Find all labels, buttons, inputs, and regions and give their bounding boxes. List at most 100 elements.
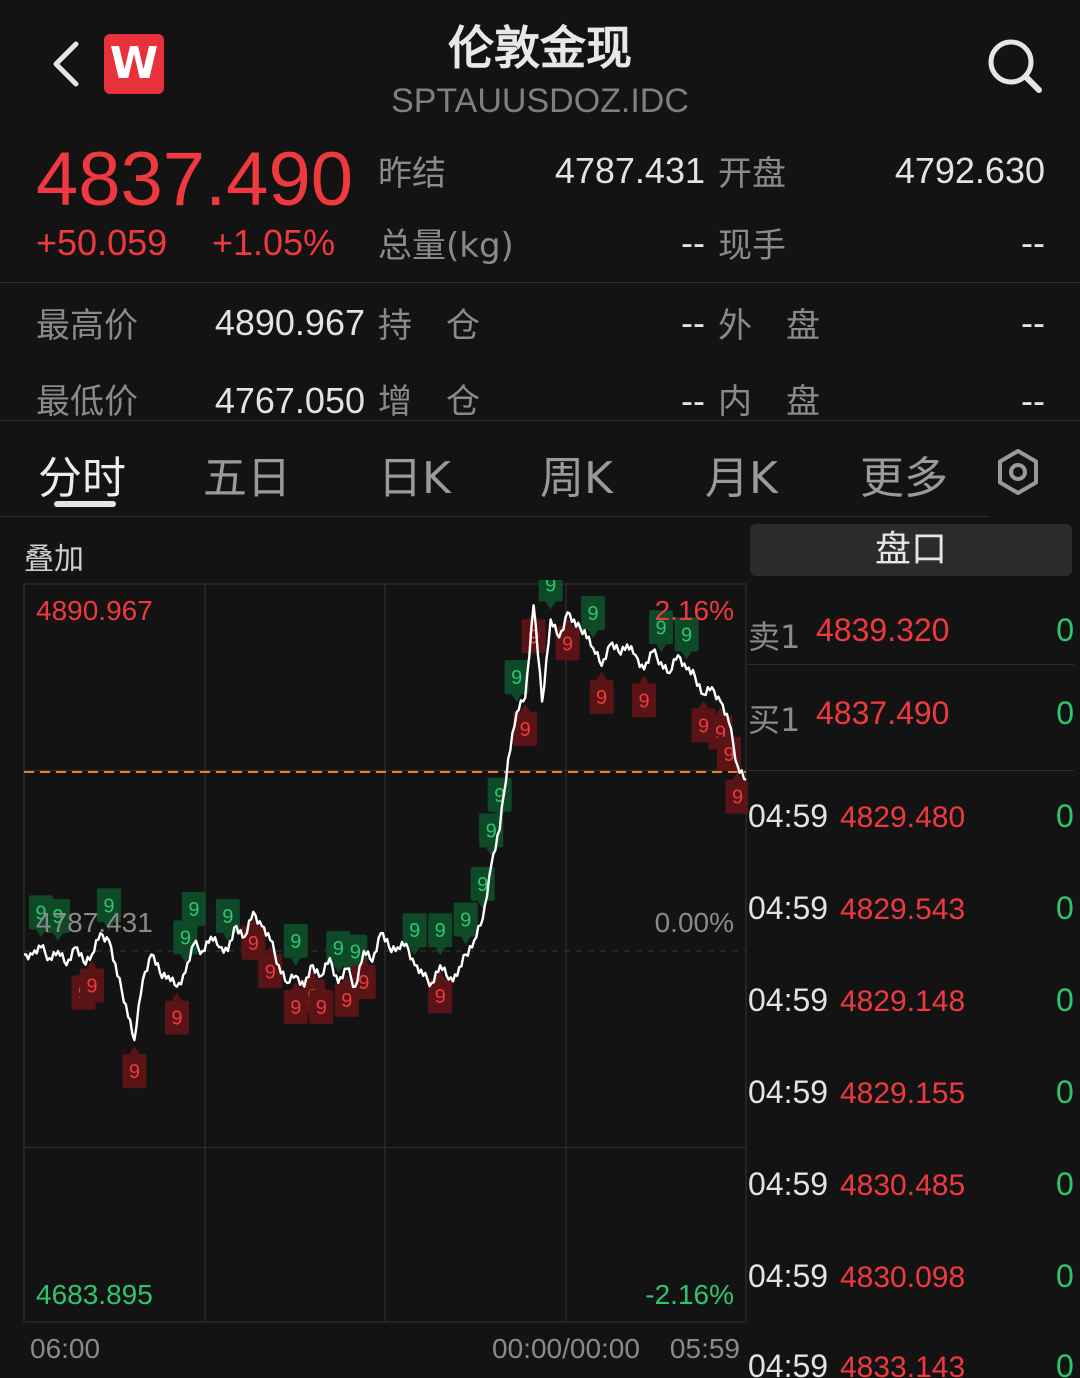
tick-price: 4833.143 [840, 1351, 966, 1378]
field-value: 4890.967 [214, 302, 365, 343]
active-tab-indicator [54, 501, 116, 507]
tick-time: 04:59 [748, 1258, 829, 1294]
buy-signal-marker: 9 [538, 580, 563, 610]
tick-qty: 0 [1056, 798, 1074, 834]
settings-icon [998, 449, 1038, 495]
svg-text:9: 9 [341, 990, 352, 1012]
search-button[interactable] [985, 36, 1045, 96]
svg-text:9: 9 [596, 687, 607, 709]
orderbook-tab[interactable]: 盘口 [750, 524, 1072, 576]
field-label: 增 仓 [378, 382, 480, 422]
tick-time: 04:59 [748, 890, 829, 926]
svg-text:9: 9 [409, 920, 420, 942]
field-value: -- [681, 380, 705, 421]
sell-price: 4839.320 [816, 612, 950, 648]
pct-high-label: 2.16% [655, 595, 734, 626]
svg-text:9: 9 [698, 715, 709, 737]
chevron-left-icon [53, 41, 79, 87]
field-label: 外 盘 [718, 306, 820, 346]
svg-text:9: 9 [358, 972, 369, 994]
tick-qty: 0 [1056, 982, 1074, 1018]
price-change: +50.059 [36, 222, 168, 263]
svg-text:9: 9 [188, 899, 199, 921]
divider [0, 516, 990, 517]
svg-text:9: 9 [129, 1061, 140, 1083]
tick-price: 4830.098 [840, 1261, 966, 1294]
sell-signal-marker: 9 [164, 992, 189, 1035]
field-label: 总量(kg) [378, 226, 514, 266]
field-label: 持 仓 [378, 306, 480, 346]
divider [748, 664, 1074, 665]
buy-signal-marker: 9 [402, 913, 427, 956]
pct-low-label: -2.16% [645, 1279, 734, 1310]
svg-text:9: 9 [520, 719, 531, 741]
chart-settings-button[interactable] [996, 448, 1040, 501]
buy-price: 4837.490 [816, 695, 950, 731]
last-price: 4837.490 [36, 137, 353, 222]
x-axis-start-label: 06:00 [30, 1333, 100, 1364]
svg-text:9: 9 [460, 910, 471, 932]
divider [0, 420, 1080, 421]
buy-signal-marker: 9 [428, 913, 453, 956]
tick-qty: 0 [1056, 1258, 1074, 1294]
tick-time: 04:59 [748, 1166, 829, 1202]
tab-more[interactable]: 更多 [860, 442, 948, 506]
x-axis-end-label: 05:59 [670, 1333, 740, 1364]
tab-weekly-k[interactable]: 周K [540, 442, 613, 506]
divider [748, 770, 1074, 771]
field-label: 最高价 [36, 306, 138, 346]
tick-qty: 0 [1056, 1348, 1074, 1378]
y-axis-base-label: 4787.431 [36, 907, 153, 938]
pct-mid-label: 0.00% [655, 907, 734, 938]
tab-five-day[interactable]: 五日 [203, 442, 291, 506]
svg-text:9: 9 [588, 603, 599, 625]
y-axis-low-label: 4683.895 [36, 1279, 153, 1310]
svg-text:9: 9 [350, 942, 361, 964]
svg-text:9: 9 [732, 787, 743, 809]
sell-qty: 0 [1056, 612, 1074, 648]
overlay-button[interactable]: 叠加 [24, 534, 84, 578]
svg-text:9: 9 [222, 906, 233, 928]
svg-text:9: 9 [486, 820, 497, 842]
svg-text:9: 9 [562, 633, 573, 655]
tick-price: 4829.155 [840, 1077, 966, 1110]
tick-time: 04:59 [748, 798, 829, 834]
svg-text:9: 9 [333, 938, 344, 960]
field-value: 4767.050 [214, 380, 365, 421]
tick-qty: 0 [1056, 1166, 1074, 1202]
sell-signal-marker: 9 [513, 703, 538, 746]
sell-signal-marker: 9 [79, 960, 104, 1003]
tick-qty: 0 [1056, 1074, 1074, 1110]
svg-text:9: 9 [435, 920, 446, 942]
tick-price: 4829.543 [840, 893, 966, 926]
sell-signal-marker: 9 [521, 611, 546, 654]
svg-text:9: 9 [171, 1008, 182, 1030]
svg-text:9: 9 [639, 690, 650, 712]
tab-intraday[interactable]: 分时 [38, 442, 126, 506]
tick-time: 04:59 [748, 1074, 829, 1110]
tab-daily-k[interactable]: 日K [378, 442, 451, 506]
field-value: -- [1021, 380, 1045, 421]
sell-signal-marker: 9 [122, 1046, 147, 1089]
intraday-chart[interactable]: 9999999999999999999999999999999999999999… [0, 580, 748, 1378]
buy-signal-marker: 9 [453, 902, 478, 945]
app-logo[interactable]: W [104, 34, 164, 94]
instrument-code: SPTAUUSDOZ.IDC [391, 82, 689, 120]
sell-label: 卖1 [748, 618, 801, 656]
svg-text:9: 9 [180, 927, 191, 949]
svg-text:9: 9 [290, 997, 301, 1019]
svg-text:9: 9 [511, 667, 522, 689]
price-change-pct: +1.05% [212, 222, 336, 263]
field-label: 昨结 [378, 154, 446, 194]
tick-qty: 0 [1056, 890, 1074, 926]
tick-time: 04:59 [748, 982, 829, 1018]
field-value: -- [681, 222, 705, 263]
tick-price: 4830.485 [840, 1169, 966, 1202]
buy-signal-marker: 9 [283, 923, 308, 966]
field-value: 4792.630 [894, 150, 1045, 191]
logo-letter: W [109, 38, 159, 89]
tick-price: 4829.148 [840, 985, 966, 1018]
back-button[interactable] [44, 38, 88, 90]
tab-monthly-k[interactable]: 月K [705, 442, 778, 506]
page-title: 伦敦金现 [448, 21, 632, 75]
